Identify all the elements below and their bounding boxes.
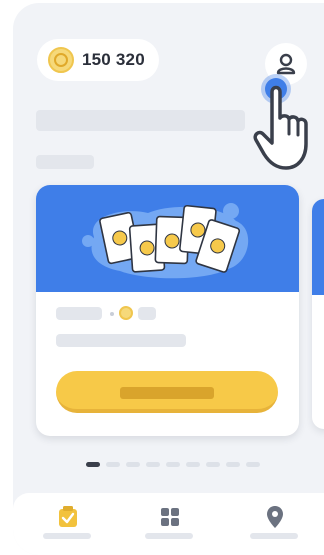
tab-label-placeholder bbox=[145, 533, 193, 539]
pagination-dot[interactable] bbox=[106, 462, 120, 467]
card-reward-placeholder bbox=[138, 307, 156, 320]
checklist-icon bbox=[59, 506, 77, 527]
grid-icon bbox=[161, 508, 179, 526]
card-desc-placeholder bbox=[56, 334, 186, 347]
play-button[interactable] bbox=[56, 371, 278, 413]
tap-hand-icon bbox=[253, 74, 308, 170]
tab-journey[interactable] bbox=[235, 493, 315, 555]
tab-label-placeholder bbox=[250, 533, 298, 539]
location-pin-icon bbox=[267, 506, 283, 528]
tab-games[interactable] bbox=[130, 493, 210, 555]
coin-balance[interactable]: 150 320 bbox=[37, 39, 159, 81]
subtitle-placeholder bbox=[36, 155, 94, 169]
pagination-dots bbox=[86, 462, 260, 467]
play-button-label-placeholder bbox=[120, 387, 214, 399]
level-card[interactable] bbox=[36, 185, 299, 436]
bottom-tab-bar bbox=[13, 493, 324, 555]
pagination-dot[interactable] bbox=[226, 462, 240, 467]
coin-count: 150 320 bbox=[82, 50, 145, 69]
coin-icon bbox=[119, 306, 133, 320]
next-card-peek[interactable] bbox=[312, 199, 324, 429]
coin-icon bbox=[48, 47, 74, 73]
tab-today[interactable] bbox=[28, 493, 108, 555]
card-banner bbox=[36, 185, 299, 292]
emoji-cards-icon bbox=[82, 203, 249, 279]
pagination-dot[interactable] bbox=[186, 462, 200, 467]
tab-label-placeholder bbox=[43, 533, 91, 539]
pagination-dot[interactable] bbox=[246, 462, 260, 467]
pagination-dot[interactable] bbox=[86, 462, 100, 467]
pagination-dot[interactable] bbox=[146, 462, 160, 467]
pagination-dot[interactable] bbox=[166, 462, 180, 467]
pagination-dot[interactable] bbox=[126, 462, 140, 467]
pagination-dot[interactable] bbox=[206, 462, 220, 467]
separator-dot bbox=[110, 312, 114, 316]
title-placeholder bbox=[36, 110, 245, 131]
card-label-placeholder bbox=[56, 307, 102, 320]
